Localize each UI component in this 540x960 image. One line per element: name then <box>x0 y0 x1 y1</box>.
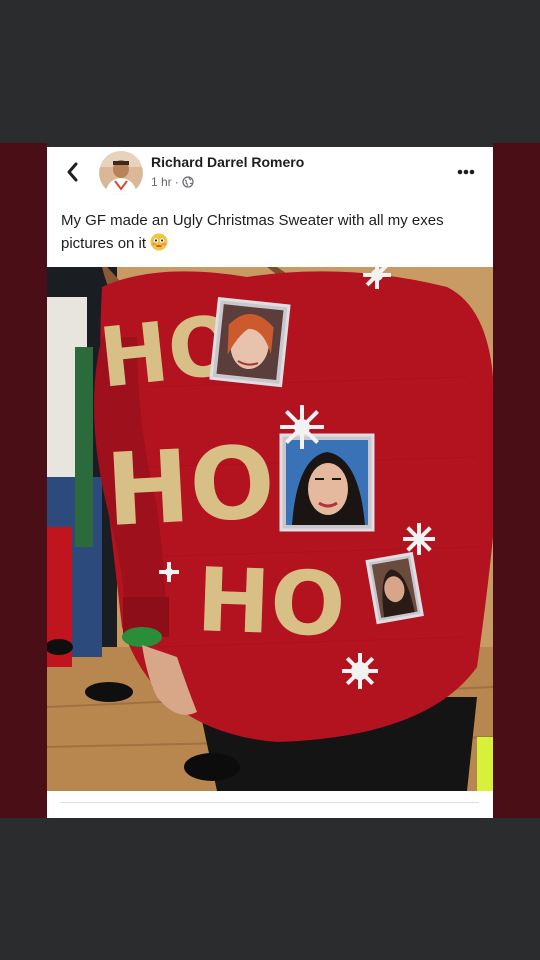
back-button[interactable] <box>62 159 84 185</box>
post-divider <box>61 802 479 803</box>
left-dark-red-bar <box>0 143 47 818</box>
post-meta: 1 hr · <box>151 175 194 189</box>
more-dots-icon <box>457 169 475 175</box>
flushed-face-emoji <box>150 233 168 258</box>
meta-separator: · <box>174 175 179 189</box>
sweater-text-ho-2: HO <box>103 423 278 549</box>
post-header: Richard Darrel Romero 1 hr · <box>47 147 493 197</box>
chevron-left-icon <box>67 162 78 182</box>
post-card: Richard Darrel Romero 1 hr · My GF made … <box>47 147 493 818</box>
globe-icon <box>182 176 194 188</box>
right-dark-red-bar <box>493 143 540 818</box>
post-time[interactable]: 1 hr <box>151 175 172 189</box>
top-black-bar <box>0 0 540 143</box>
caption-text: My GF made an Ugly Christmas Sweater wit… <box>61 212 444 252</box>
more-options-button[interactable] <box>455 165 477 177</box>
author-name[interactable]: Richard Darrel Romero <box>151 154 304 170</box>
author-avatar[interactable] <box>99 151 143 195</box>
bottom-black-bar <box>0 818 540 960</box>
post-caption: My GF made an Ugly Christmas Sweater wit… <box>61 209 476 258</box>
sweater-text-ho-3: HO <box>195 548 347 656</box>
post-photo[interactable]: HO HO HO <box>47 267 493 791</box>
